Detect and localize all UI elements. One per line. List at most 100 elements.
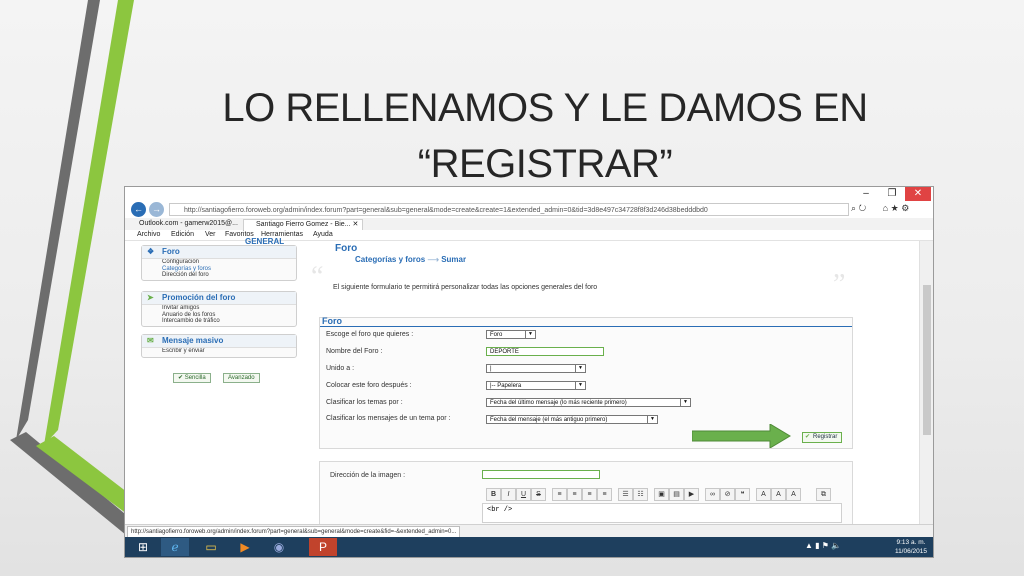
chevron-down-icon: ▼ (647, 416, 657, 423)
gallery-icon[interactable]: ▤ (669, 488, 684, 501)
bullet-list-icon[interactable]: ☰ (618, 488, 633, 501)
editor-textarea[interactable]: <br /> (482, 503, 842, 523)
field-label-escoge: Escoge el foro que quieres : (326, 331, 414, 338)
menu-edicion[interactable]: Edición (171, 230, 194, 240)
menu-ayuda[interactable]: Ayuda (313, 230, 333, 240)
menu-ver[interactable]: Ver (205, 230, 216, 240)
system-tray: ▲ ▮ ⚑ 🔈 (805, 541, 841, 550)
check-icon: ✔ (805, 434, 811, 440)
form-title: Foro (322, 316, 342, 326)
mode-simple-button[interactable]: ✔ Sencilla (173, 373, 211, 383)
taskbar-clock[interactable]: 9:13 a. m. 11/06/2015 (895, 538, 927, 556)
explorer-taskbar-icon[interactable]: ▭ (197, 538, 225, 556)
justify-icon[interactable]: ≡ (597, 488, 612, 501)
close-button[interactable]: ✕ (905, 187, 931, 201)
refresh-icon[interactable]: ↻ (859, 203, 867, 213)
quote-icon[interactable]: ❝ (735, 488, 750, 501)
favorites-star-icon[interactable]: ★ (891, 203, 899, 213)
tab-outlook[interactable]: Outlook.com - gamerw2015@... (127, 219, 242, 229)
network-icon[interactable]: ▮ (815, 541, 819, 550)
crumb-sumar[interactable]: Sumar (441, 255, 466, 264)
sidebar-link-direccion[interactable]: Dirección del foro (142, 272, 296, 279)
forward-button[interactable]: → (149, 202, 164, 217)
ie-taskbar-icon[interactable]: ℯ (161, 538, 189, 556)
chevron-down-icon: ▼ (525, 331, 535, 338)
sidebar-link-intercambio[interactable]: Intercambio de tráfico (142, 318, 296, 325)
topics-sort-select[interactable]: Fecha del último mensaje (lo más recient… (486, 398, 691, 407)
scrollbar-thumb[interactable] (923, 285, 931, 435)
source-mode-icon[interactable]: ⧉ (816, 488, 831, 501)
align-center-icon[interactable]: ≡ (567, 488, 582, 501)
font-face-icon[interactable]: A (786, 488, 801, 501)
tab-close-icon[interactable]: ✕ (353, 221, 359, 228)
align-right-icon[interactable]: ≡ (582, 488, 597, 501)
strike-icon[interactable]: S (531, 488, 546, 501)
volume-icon[interactable]: 🔈 (831, 541, 841, 550)
slide-title-line-2: “REGISTRAR” (417, 142, 673, 186)
powerpoint-taskbar-icon[interactable]: P (309, 538, 337, 556)
search-icon[interactable]: ⌕ (851, 203, 856, 213)
link-icon[interactable]: ∞ (705, 488, 720, 501)
underline-icon[interactable]: U (516, 488, 531, 501)
content-heading: Foro (335, 243, 358, 254)
numbered-list-icon[interactable]: ☷ (633, 488, 648, 501)
address-row: ← → http://santiagofierro.foroweb.org/ad… (125, 201, 933, 218)
sidebar-section-promocion: ➤ Promoción del foro Invitar amigos Anuar… (141, 291, 297, 327)
sidebar-link-escribir[interactable]: Escribir y enviar (142, 348, 296, 355)
intro-text: El siguiente formulario te permitirá per… (333, 284, 598, 291)
tab-forum[interactable]: Santiago Fierro Gomez - Bie... ✕ (243, 219, 364, 230)
maximize-button[interactable]: ❐ (879, 187, 905, 201)
chevron-down-icon: ▼ (575, 365, 585, 372)
clock-time: 9:13 a. m. (896, 539, 926, 546)
app-taskbar-icon[interactable]: ◉ (265, 538, 293, 556)
home-icon[interactable]: ⌂ (883, 203, 888, 213)
chevron-down-icon: ▼ (680, 399, 690, 406)
parent-select[interactable]: | ▼ (486, 364, 586, 373)
unlink-icon[interactable]: ⊘ (720, 488, 735, 501)
crumb-categorias[interactable]: Categorías y foros (355, 255, 425, 264)
bold-icon[interactable]: B (486, 488, 501, 501)
forum-type-select[interactable]: Foro ▼ (486, 330, 536, 339)
image-url-input[interactable] (482, 470, 600, 479)
address-bar[interactable]: http://santiagofierro.foroweb.org/admin/… (169, 203, 849, 216)
font-color-icon[interactable]: A (771, 488, 786, 501)
italic-icon[interactable]: I (501, 488, 516, 501)
check-icon: ✔ (178, 375, 184, 381)
start-button-icon[interactable]: ⊞ (129, 538, 157, 556)
sidebar-section-mensaje: ✉ Mensaje masivo Escribir y enviar (141, 334, 297, 358)
megaphone-icon: ➤ (147, 293, 154, 302)
sidebar-section-title: ❖ Foro (142, 246, 296, 259)
media-taskbar-icon[interactable]: ▶ (231, 538, 259, 556)
page-scrollbar[interactable] (919, 241, 933, 524)
windows-taskbar: ⊞ ℯ ▭ ▶ ◉ P ▲ ▮ ⚑ 🔈 9:13 a. m. 11/06/201… (125, 537, 933, 557)
minimize-button[interactable]: – (853, 187, 879, 201)
messages-sort-select[interactable]: Fecha del mensaje (el más antiguo primer… (486, 415, 658, 424)
breadcrumb: Categorías y foros ⟶ Sumar (355, 255, 466, 264)
back-button[interactable]: ← (131, 202, 146, 217)
slide-stripes (10, 0, 140, 547)
sidebar-section-foro: ❖ Foro Configuración Categorías y foros D… (141, 245, 297, 281)
forum-name-input[interactable]: DEPORTE (486, 347, 604, 356)
field-label-unido: Unido a : (326, 365, 355, 372)
menu-archivo[interactable]: Archivo (137, 230, 160, 240)
close-quote-icon: ” (833, 269, 846, 300)
font-size-icon[interactable]: A (756, 488, 771, 501)
address-icons: ⌕ ↻ ⌂ ★ ⚙ (851, 203, 909, 214)
position-select[interactable]: |-- Papelera ▼ (486, 381, 586, 390)
settings-gear-icon[interactable]: ⚙ (901, 203, 909, 213)
sidebar-section-title: ✉ Mensaje masivo (142, 335, 296, 348)
register-button[interactable]: ✔ Registrar (802, 432, 843, 443)
pointer-arrow-icon (692, 424, 791, 448)
image-icon[interactable]: ▣ (654, 488, 669, 501)
editor-toolbar: B I U S ≡ ≡ ≡ ≡ ☰ ☷ ▣ ▤ ▶ ∞ ⊘ ❝ A A A ⧉ (486, 488, 836, 501)
clock-date: 11/06/2015 (894, 548, 927, 555)
align-left-icon[interactable]: ≡ (552, 488, 567, 501)
video-icon[interactable]: ▶ (684, 488, 699, 501)
message-icon: ✉ (147, 336, 154, 345)
sidebar-section-title: ➤ Promoción del foro (142, 292, 296, 305)
tray-arrow-icon[interactable]: ▲ (805, 541, 813, 550)
flag-icon[interactable]: ⚑ (822, 541, 829, 550)
mode-advanced-button[interactable]: Avanzado (223, 373, 260, 383)
field-label-nombre: Nombre del Foro : (326, 348, 383, 355)
browser-screenshot: – ❐ ✕ ← → http://santiagofierro.foroweb.… (124, 186, 934, 558)
